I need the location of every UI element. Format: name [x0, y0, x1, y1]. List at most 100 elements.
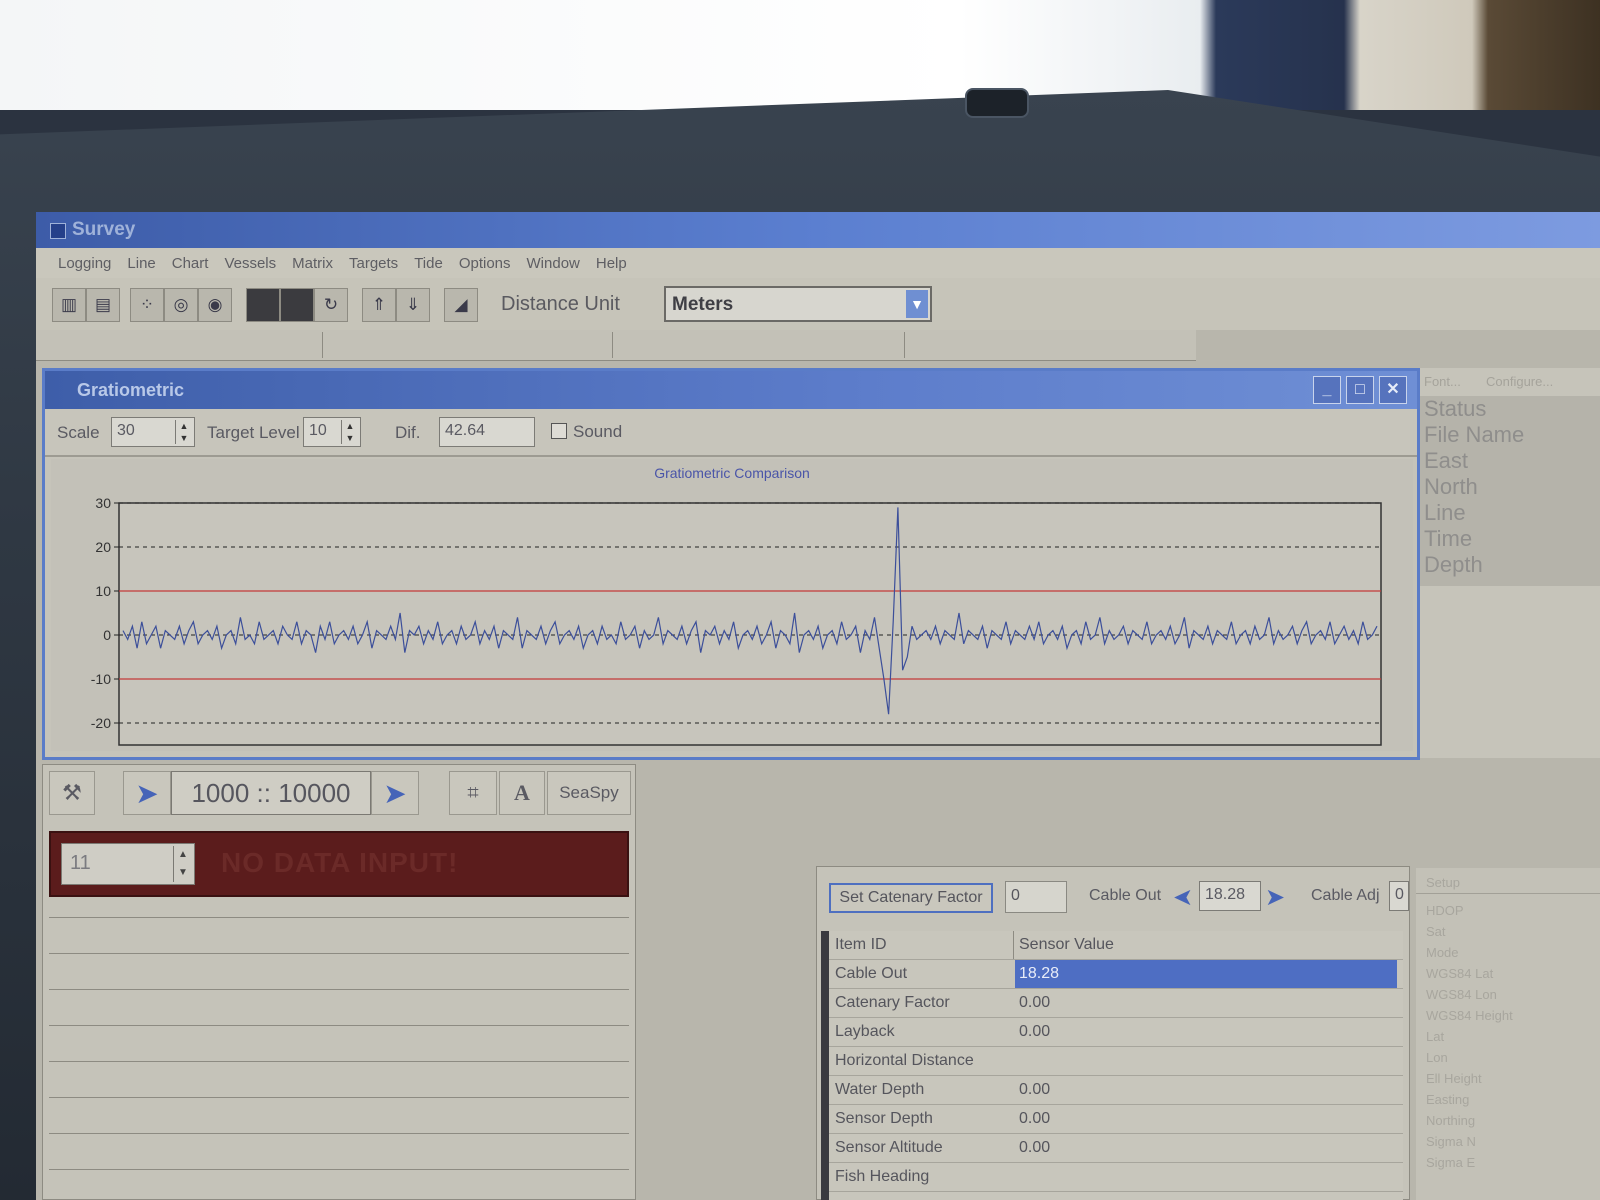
configure-button[interactable]: Configure... [1486, 374, 1553, 389]
setup-item: Easting [1426, 1092, 1470, 1107]
y-tick-label: -10 [91, 671, 111, 687]
seaspy-toolbar: ⚒ ➤ 1000 :: 10000 ➤ ⌗ A SeaSpy [43, 765, 635, 823]
spinner-arrows-icon[interactable]: ▲ ▼ [173, 846, 192, 882]
grid-line [49, 989, 629, 990]
spinner-arrows-icon[interactable]: ▲ ▼ [341, 420, 358, 444]
cable-out-label: Cable Out [1089, 887, 1162, 904]
menu-tide[interactable]: Tide [406, 255, 451, 272]
scale-spinner[interactable]: 30 ▲ ▼ [111, 417, 195, 447]
table-row[interactable]: Catenary Factor 0.00 [829, 989, 1403, 1018]
table-row[interactable]: Sensor Depth 0.00 [829, 1105, 1403, 1134]
row-sensor-value: 0.00 [1019, 1110, 1051, 1127]
table-row[interactable]: Sensor Altitude 0.00 [829, 1134, 1403, 1163]
info-list: Status File Name East North Line Time De… [1420, 396, 1600, 586]
info-item-file-name: File Name [1424, 422, 1525, 447]
target-level-value: 10 [309, 422, 327, 439]
table-row[interactable]: Fish Heading [829, 1163, 1403, 1192]
menu-options[interactable]: Options [451, 255, 519, 272]
distance-unit-select[interactable]: Meters ▼ [664, 286, 932, 322]
cable-out-value: 18.28 [1205, 886, 1246, 903]
setup-item: WGS84 Lon [1426, 987, 1497, 1002]
setup-panel: Setup HDOP Sat Mode WGS84 Lat WGS84 Lon … [1416, 868, 1600, 1200]
grid-line [49, 1097, 629, 1098]
seaspy-panel: ⚒ ➤ 1000 :: 10000 ➤ ⌗ A SeaSpy 11 ▲ ▼ NO … [42, 764, 636, 1200]
cable-adj-label: Cable Adj [1311, 887, 1380, 904]
distance-unit-value: Meters [672, 294, 734, 315]
grid-line [49, 1169, 629, 1170]
text-a-icon[interactable]: A [499, 771, 545, 815]
table-row[interactable]: Water Depth 0.00 [829, 1076, 1403, 1105]
row-item-id: Horizontal Distance [835, 1052, 974, 1069]
gratiometric-chart: Gratiometric Comparison 30 20 10 0 -10 -20 [51, 459, 1413, 751]
table-row[interactable]: Layback 0.00 [829, 1018, 1403, 1047]
menu-line[interactable]: Line [119, 255, 163, 272]
target-level-spinner[interactable]: 10 ▲ ▼ [303, 417, 361, 447]
menu-chart[interactable]: Chart [164, 255, 217, 272]
gratiometric-window: Gratiometric _ □ ✕ Scale 30 ▲ ▼ Target Le… [42, 368, 1420, 760]
book-icon[interactable]: ▥ [52, 288, 86, 322]
gratiometric-controls: Scale 30 ▲ ▼ Target Level 10 ▲ ▼ Dif. 42.6… [45, 409, 1417, 457]
row-sensor-value: 18.28 [1019, 965, 1060, 982]
catenary-factor-input[interactable]: 0 [1005, 881, 1067, 913]
cable-adj-field[interactable]: 0 [1389, 881, 1409, 911]
y-tick-label: -20 [91, 715, 111, 731]
info-panel: Font... Configure... Status File Name Ea… [1420, 368, 1600, 758]
arrow-left-icon[interactable]: ➤ [123, 771, 171, 815]
grid-icon[interactable]: ⌗ [449, 771, 497, 815]
dif-value: 42.64 [445, 422, 486, 439]
app-title: Survey [72, 219, 136, 240]
info-item-north: North [1424, 474, 1478, 499]
arrow-left-icon[interactable]: ➤ [1173, 883, 1193, 912]
sensor-table: Item ID Sensor Value Cable Out 18.28 Cat… [821, 931, 1403, 1200]
setup-item: Ell Height [1426, 1071, 1482, 1086]
setup-item: Mode [1426, 945, 1459, 960]
menu-window[interactable]: Window [519, 255, 588, 272]
info-item-depth: Depth [1424, 552, 1483, 577]
table-row[interactable]: Cable Out 18.28 [829, 960, 1403, 989]
setup-item: WGS84 Lat [1426, 966, 1494, 981]
book-open-icon[interactable]: ▤ [86, 288, 120, 322]
menu-matrix[interactable]: Matrix [284, 255, 341, 272]
arrow-right-icon[interactable]: ➤ [1265, 883, 1285, 912]
target-add-icon[interactable]: ⁘ [130, 288, 164, 322]
measure-icon[interactable]: ◢ [444, 288, 478, 322]
wave-up-icon[interactable]: ⇑ [362, 288, 396, 322]
catenary-panel: Set Catenary Factor 0 Cable Out ➤ 18.28 … [816, 866, 1410, 1200]
refresh-icon[interactable]: ↻ [314, 288, 348, 322]
menu-targets[interactable]: Targets [341, 255, 406, 272]
header-sensor-value: Sensor Value [1019, 936, 1114, 953]
close-icon[interactable]: ✕ [1379, 376, 1407, 404]
status-divider [322, 332, 323, 358]
sound-checkbox[interactable] [551, 423, 567, 439]
target-icon[interactable]: ◎ [164, 288, 198, 322]
dark-panel-2-icon[interactable] [280, 288, 314, 322]
tool-icon[interactable]: ⚒ [49, 771, 95, 815]
wave-down-icon[interactable]: ⇓ [396, 288, 430, 322]
set-catenary-factor-button[interactable]: Set Catenary Factor [829, 883, 993, 913]
sound-label: Sound [573, 422, 623, 441]
channel-spinner[interactable]: 11 ▲ ▼ [61, 843, 195, 885]
chevron-down-icon[interactable]: ▼ [906, 290, 928, 318]
y-tick-label: 0 [103, 627, 111, 643]
row-sensor-value: 0.00 [1019, 1023, 1051, 1040]
channel-value: 11 [70, 852, 91, 874]
font-button[interactable]: Font... [1424, 374, 1461, 389]
menu-help[interactable]: Help [588, 255, 635, 272]
dif-field[interactable]: 42.64 [439, 417, 535, 447]
seaspy-button[interactable]: SeaSpy [547, 771, 631, 815]
maximize-icon[interactable]: □ [1346, 376, 1374, 404]
grid-line [49, 1133, 629, 1134]
arrow-right-icon[interactable]: ➤ [371, 771, 419, 815]
y-tick-label: 10 [95, 583, 111, 599]
menu-logging[interactable]: Logging [50, 255, 119, 272]
dark-panel-icon[interactable] [246, 288, 280, 322]
table-row[interactable]: Horizontal Distance [829, 1047, 1403, 1076]
target-ring-icon[interactable]: ◉ [198, 288, 232, 322]
cable-out-field[interactable]: 18.28 [1199, 881, 1261, 911]
laptop-screen: Survey Logging Line Chart Vessels Matrix… [36, 212, 1600, 1200]
menu-vessels[interactable]: Vessels [216, 255, 284, 272]
info-item-east: East [1424, 448, 1469, 473]
y-tick-label: 20 [95, 539, 111, 555]
spinner-arrows-icon[interactable]: ▲ ▼ [175, 420, 192, 444]
minimize-icon[interactable]: _ [1313, 376, 1341, 404]
